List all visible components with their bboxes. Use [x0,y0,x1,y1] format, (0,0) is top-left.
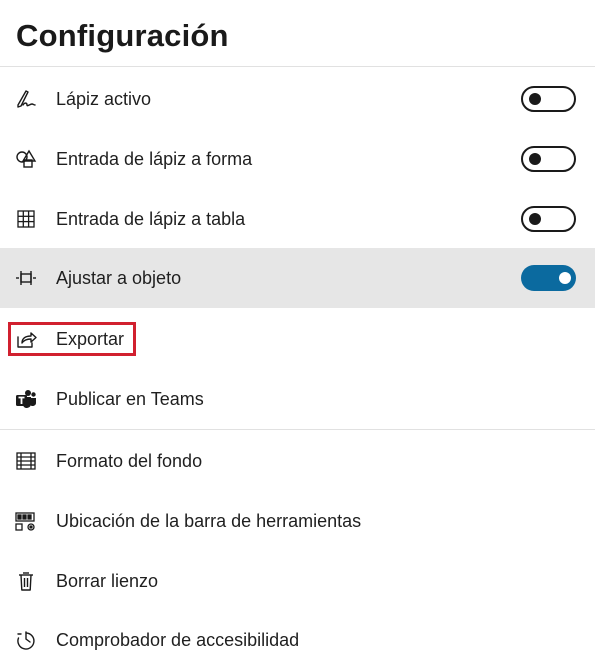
toolbar-icon [15,510,37,532]
setting-snap-to-object[interactable]: Ajustar a objeto [0,248,595,308]
setting-label: Lápiz activo [56,88,152,109]
active-pen-toggle[interactable] [521,86,576,112]
section-divider [0,429,595,430]
table-icon [15,208,37,230]
focus-highlight [8,322,136,356]
publish-teams-menu-item[interactable]: Publicar en Teams [0,369,595,429]
header-divider [0,66,595,67]
snap-icon [15,267,37,289]
setting-label: Entrada de lápiz a tabla [56,208,246,229]
ink-to-shape-toggle[interactable] [521,146,576,172]
teams-icon [15,388,37,410]
setting-label: Ajustar a objeto [56,267,182,288]
accessibility-icon [15,629,37,651]
pen-icon [15,88,37,110]
toggle-knob [529,93,541,105]
toolbar-location-menu-item[interactable]: Ubicación de la barra de herramientas [0,491,595,551]
menu-item-label: Formato del fondo [56,450,203,471]
menu-item-label: Ubicación de la barra de herramientas [56,510,362,531]
ink-to-table-toggle[interactable] [521,206,576,232]
setting-active-pen[interactable]: Lápiz activo [0,69,595,129]
setting-label: Entrada de lápiz a forma [56,148,253,169]
menu-item-label: Comprobador de accesibilidad [56,629,300,650]
clear-canvas-menu-item[interactable]: Borrar lienzo [0,551,595,611]
toggle-knob [559,272,571,284]
menu-item-label: Publicar en Teams [56,388,204,409]
background-format-menu-item[interactable]: Formato del fondo [0,431,595,491]
accessibility-checker-menu-item[interactable]: Comprobador de accesibilidad [0,610,595,670]
snap-to-object-toggle[interactable] [521,265,576,291]
grid-icon [15,450,37,472]
toggle-knob [529,213,541,225]
setting-ink-to-shape[interactable]: Entrada de lápiz a forma [0,129,595,189]
setting-ink-to-table[interactable]: Entrada de lápiz a tabla [0,189,595,249]
toggle-knob [529,153,541,165]
page-title: Configuración [16,18,229,53]
trash-icon [15,570,37,592]
menu-item-label: Borrar lienzo [56,570,159,591]
shapes-icon [15,148,37,170]
